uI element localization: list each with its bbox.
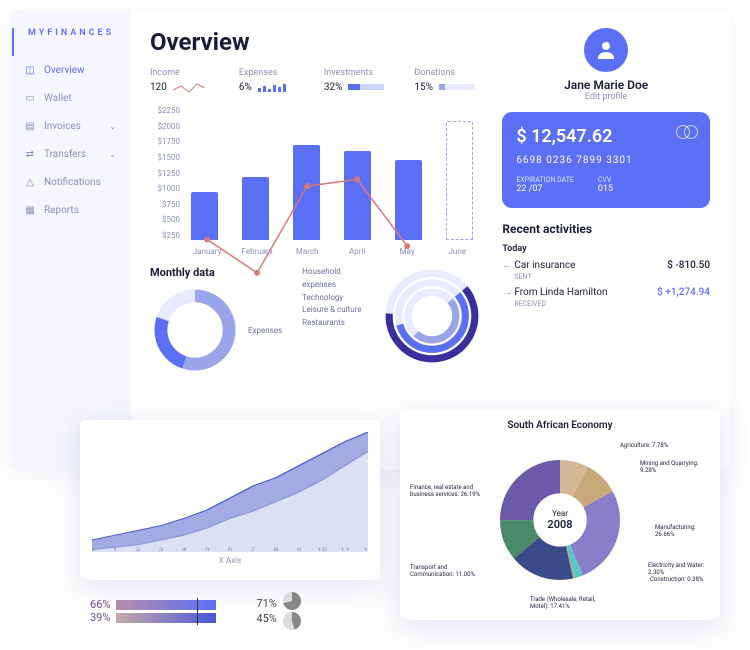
bar[interactable] (242, 177, 269, 240)
activity-row[interactable]: →From Linda Hamilton$ +1,274.94 (502, 287, 710, 298)
reports-icon: ▦ (24, 204, 36, 216)
brand-logo: MYFINANCES (12, 28, 130, 56)
svg-text:9: 9 (296, 546, 301, 552)
sidebar-item-invoices[interactable]: ▤Invoices⌄ (10, 112, 130, 140)
overview-icon: ◫ (24, 64, 36, 76)
svg-text:1: 1 (112, 546, 117, 552)
kpi-investments: Investments32% (324, 68, 385, 94)
svg-text:6: 6 (227, 546, 232, 552)
transfers-icon: ⇄ (24, 148, 36, 160)
kpi-expenses: Expenses6% (239, 68, 294, 94)
expenses-donut (150, 285, 240, 375)
pie-label: Agriculture: 7.78% (620, 443, 668, 450)
mini-pie-icon (283, 592, 301, 610)
card-number: 6698 0236 7899 3301 (516, 155, 696, 166)
bar[interactable] (446, 121, 473, 240)
cvv-label: CVV (598, 176, 613, 184)
floating-pie-chart: South African Economy Year 2008 Agricult… (400, 410, 720, 620)
expenses-label: Expenses (248, 326, 282, 335)
app-shell: MYFINANCES ◫Overview▭Wallet▤Invoices⌄⇄Tr… (10, 10, 730, 470)
arrow-left-icon: ← (502, 260, 514, 271)
avatar[interactable] (584, 28, 628, 72)
sidebar-item-transfers[interactable]: ⇄Transfers⌄ (10, 140, 130, 168)
edit-profile-link[interactable]: Edit profile (502, 92, 710, 102)
mastercard-icon (676, 124, 698, 143)
sidebar-item-reports[interactable]: ▦Reports (10, 196, 130, 224)
bar[interactable] (293, 145, 320, 240)
sidebar-item-overview[interactable]: ◫Overview (10, 56, 130, 84)
pie-label: Manufacturing: 26.66% (655, 525, 710, 538)
pie-label: Electricity and Water: 2.30% (648, 563, 710, 576)
bottom-bars: 66% 39% 71% 45% (90, 592, 301, 630)
main: Overview Income120 Expenses6% Investments3… (130, 10, 730, 470)
pie-label: Finance, real estate and business servic… (410, 485, 490, 498)
bar[interactable] (395, 160, 422, 240)
svg-text:5: 5 (204, 546, 209, 552)
profile: Jane Marie Doe Edit profile (502, 28, 710, 102)
svg-text:3: 3 (158, 546, 163, 552)
svg-text:12: 12 (363, 546, 368, 552)
sparkline-icon (348, 80, 384, 94)
chevron-down-icon: ⌄ (109, 150, 116, 159)
sparkline-icon (173, 80, 209, 94)
recent-header: Recent activities (502, 222, 710, 236)
area-xlabel: X Axis (92, 556, 368, 565)
svg-text:2: 2 (135, 546, 140, 552)
bar-chart: $2250$2000$1750$1500$1250$1000$750$500$2… (150, 106, 482, 256)
exp-value: 22 /07 (516, 184, 574, 194)
kpi-row: Income120 Expenses6% Investments32% Donatio… (150, 68, 482, 94)
mini-pct: 45% (256, 612, 276, 625)
svg-text:7: 7 (250, 546, 255, 552)
sparkline-icon (258, 80, 294, 94)
progress-bar: 66% (90, 598, 216, 611)
profile-name: Jane Marie Doe (502, 78, 710, 92)
pie-label: Transport and Communication: 11.00% (410, 565, 490, 578)
mini-pct: 71% (256, 597, 276, 610)
svg-text:0: 0 (92, 546, 95, 552)
recent-day: Today (502, 244, 710, 254)
chevron-down-icon: ⌄ (109, 122, 116, 131)
sa-pie-title: South African Economy (410, 420, 710, 431)
pie-label: Trade (Wholesale, Retail, Motel): 17.41% (530, 597, 610, 610)
cvv-value: 015 (598, 184, 613, 194)
pie-label: Mining and Quarrying: 9.28% (640, 461, 710, 474)
monthly-section: Monthly data Expenses Household (150, 266, 482, 375)
bar[interactable] (344, 151, 371, 240)
svg-text:8: 8 (273, 546, 278, 552)
sidebar: MYFINANCES ◫Overview▭Wallet▤Invoices⌄⇄Tr… (10, 10, 130, 470)
pie-center: Year 2008 (547, 509, 572, 531)
invoices-icon: ▤ (24, 120, 36, 132)
activity-row[interactable]: ←Car insurance$ -810.50 (502, 260, 710, 271)
page-title: Overview (150, 28, 482, 56)
recent-activities: Recent activities Today ←Car insurance$ … (502, 222, 710, 308)
svg-text:10: 10 (317, 546, 327, 552)
exp-label: EXPIRATION DATE (516, 176, 574, 184)
floating-area-chart: 0123456789101112 X Axis (80, 420, 380, 580)
kpi-donations: Donations15% (414, 68, 475, 94)
sidebar-item-notifications[interactable]: △Notifications (10, 168, 130, 196)
card-balance: $ 12,547.62 (516, 126, 696, 147)
sparkline-icon (439, 80, 475, 94)
pie-label: Construction: 0.38% (650, 577, 703, 584)
progress-bar: 39% (90, 611, 216, 624)
sidebar-item-wallet[interactable]: ▭Wallet (10, 84, 130, 112)
monthly-header: Monthly data (150, 266, 282, 279)
wallet-icon: ▭ (24, 92, 36, 104)
multi-ring-chart (382, 266, 482, 366)
notifications-icon: △ (24, 176, 36, 188)
arrow-right-icon: → (502, 287, 514, 298)
svg-text:4: 4 (181, 546, 186, 552)
bar[interactable] (191, 192, 218, 240)
monthly-legend: Household expensesTechnologyLeisure & cu… (302, 266, 374, 330)
mini-pie-icon (283, 612, 301, 630)
svg-text:11: 11 (340, 546, 350, 552)
credit-card[interactable]: $ 12,547.62 6698 0236 7899 3301 EXPIRATI… (502, 112, 710, 208)
kpi-income: Income120 (150, 68, 209, 94)
